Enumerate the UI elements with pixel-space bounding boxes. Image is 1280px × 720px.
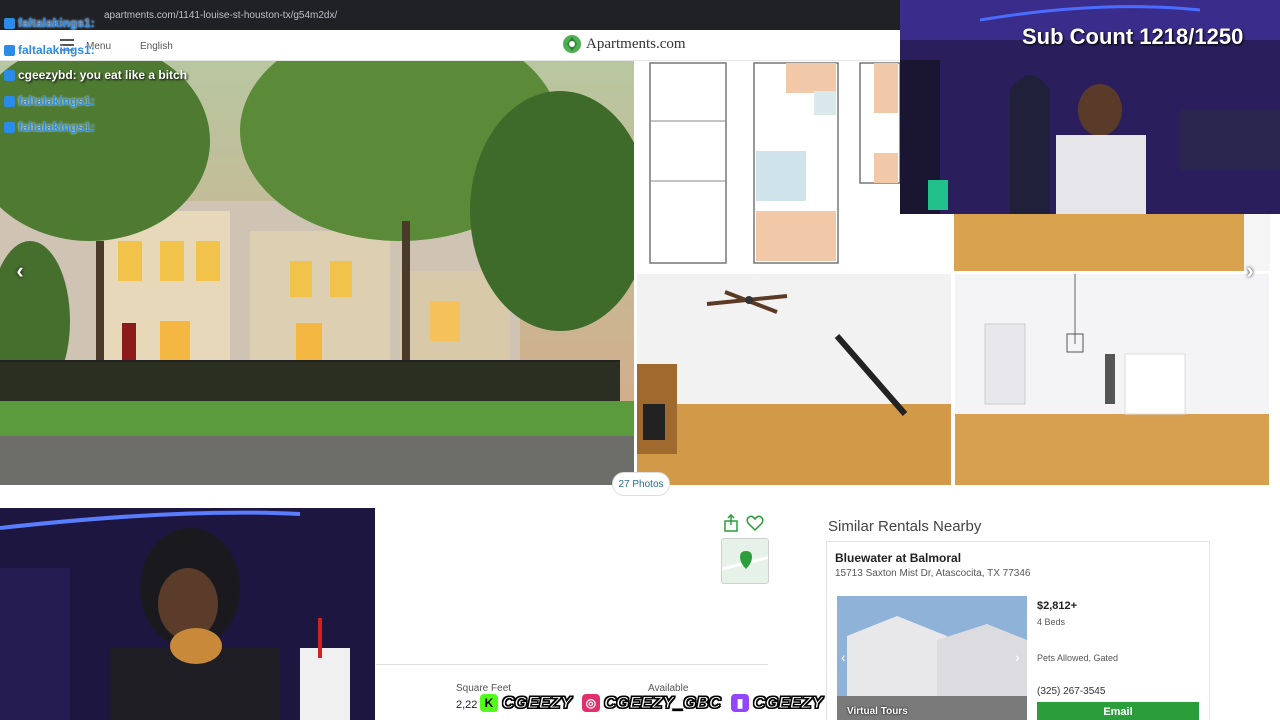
rental-photo[interactable]: ‹ › Virtual Tours [837,596,1027,720]
url-text[interactable]: apartments.com/1141-louise-st-houston-tx… [104,10,337,21]
chat-username: faltalakings1: [18,16,95,30]
living-room-image [637,274,951,485]
language-selector[interactable]: English [140,41,173,52]
kitchen-photo[interactable] [955,274,1269,485]
virtual-tours-label[interactable]: Virtual Tours [847,706,908,717]
card-prev-icon[interactable]: ‹ [841,649,846,665]
chat-username: faltalakings1: [18,94,95,108]
rental-price: $2,812+ [1037,600,1078,612]
kick-handle: CGEEZY [502,693,573,713]
chat-badge-icon [4,121,15,133]
chat-message: faltalakings1: [4,120,95,134]
chat-badge-icon [4,95,15,107]
chat-message: faltalakings1: [4,94,95,108]
map-pin-icon [722,551,768,571]
streamer-webcam-bottom [0,508,375,720]
photos-count-button[interactable]: 27 Photos [612,472,670,496]
chat-username: cgeezybd: [18,68,77,82]
rental-amenities: Pets Allowed, Gated [1037,653,1119,663]
rental-beds: 4 Beds [1037,617,1066,627]
chat-badge-icon [4,44,15,56]
chat-text: you eat like a bitch [79,68,188,82]
twitch-handle: CGEEZY [753,693,824,713]
twitch-icon: ▮ [731,694,750,712]
rental-address: 15713 Saxton Mist Dr, Atascocita, TX 773… [835,568,1031,579]
living-room-photo[interactable] [637,274,951,485]
rental-townhomes-image: ‹ › [837,596,1027,720]
chat-badge-icon [4,17,15,29]
chat-message: cgeezybd: you eat like a bitch [4,68,187,82]
wood-floor-photo [954,214,1270,271]
floorplan-photo[interactable] [636,61,900,271]
site-header: Menu English Apartments.com [0,30,900,61]
instagram-icon: ◎ [581,694,600,712]
rental-name[interactable]: Bluewater at Balmoral [835,551,961,565]
email-button[interactable]: Email [1037,702,1199,720]
floorplan-drawing [636,61,900,271]
chat-username: faltalakings1: [18,120,95,134]
square-feet-value: 2,22 [456,699,478,711]
browser-address-bar[interactable]: apartments.com/1141-louise-st-houston-tx… [0,0,900,30]
card-next-icon[interactable]: › [1015,649,1020,665]
rental-phone[interactable]: (325) 267-3545 [1037,686,1105,697]
main-listing-photo[interactable] [0,61,634,485]
webcam-feed-bottom [0,508,375,720]
instagram-handle: CGEEZY_GBC [603,693,722,713]
chat-message: faltalakings1: [4,16,95,30]
townhouses-photo [0,61,634,485]
chat-message: faltalakings1: [4,43,95,57]
kick-icon: K [480,694,498,712]
listing-actions [720,514,770,534]
similar-rentals-title: Similar Rentals Nearby [828,518,982,535]
chat-badge-icon [4,69,15,81]
gallery-prev-button[interactable]: ‹ [10,259,30,283]
map-thumbnail[interactable] [721,538,769,584]
gallery-next-button[interactable]: › [1240,259,1260,283]
recycle-leaf-icon [563,35,581,53]
screen: apartments.com/1141-louise-st-houston-tx… [0,0,1280,720]
floor-photo-strip [954,214,1270,271]
sub-count-label: Sub Count 1218/1250 [1022,24,1244,49]
chat-username: faltalakings1: [18,43,95,57]
apartments-logo[interactable]: Apartments.com [562,34,686,54]
rental-card[interactable]: Bluewater at Balmoral 15713 Saxton Mist … [826,541,1210,720]
heart-icon[interactable] [746,514,764,532]
kitchen-image [955,274,1269,485]
social-handles-bar: K CGEEZY ◎ CGEEZY_GBC ▮ CGEEZY [480,691,829,715]
logo-text: Apartments.com [586,35,686,52]
share-icon[interactable] [722,514,740,532]
